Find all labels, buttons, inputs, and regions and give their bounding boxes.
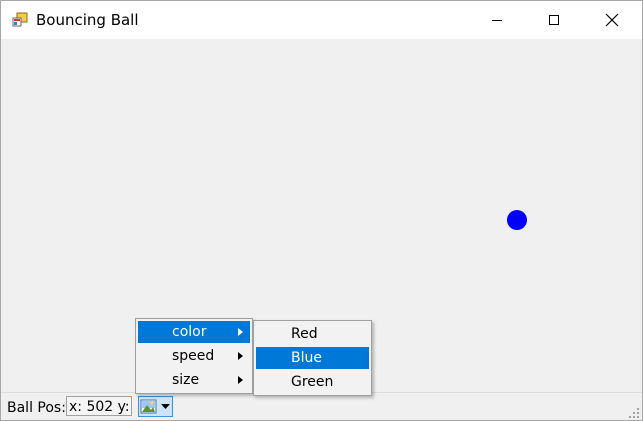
submenu-item-blue[interactable]: Blue (256, 347, 369, 369)
submenu-arrow-icon (238, 352, 243, 360)
submenu-item-green[interactable]: Green (256, 371, 369, 393)
title-bar[interactable]: Bouncing Ball (1, 1, 642, 39)
submenu-arrow-icon (238, 328, 243, 336)
resize-grip-icon[interactable] (628, 407, 640, 419)
dropdown-arrow-icon[interactable] (159, 399, 171, 414)
menu-item-label: size (172, 372, 200, 388)
menu-item-speed[interactable]: speed (138, 345, 250, 367)
color-submenu: Red Blue Green (253, 320, 372, 396)
menu-item-label: color (172, 324, 207, 340)
submenu-item-red[interactable]: Red (256, 323, 369, 345)
submenu-item-label: Red (291, 326, 318, 342)
menu-item-size[interactable]: size (138, 369, 250, 391)
close-icon (605, 13, 619, 27)
close-button[interactable] (583, 1, 641, 39)
ball-pos-label: Ball Pos: (7, 400, 66, 416)
status-bar: Ball Pos: x: 502 y: 1 (1, 392, 642, 420)
context-menu: color speed size (135, 318, 253, 394)
ball-pos-value: x: 502 y: 1 (66, 396, 132, 416)
minimize-button[interactable] (468, 1, 526, 39)
submenu-arrow-icon (238, 376, 243, 384)
maximize-button[interactable] (525, 1, 583, 39)
image-icon (140, 399, 157, 414)
minimize-icon (492, 20, 502, 21)
menu-item-label: speed (172, 348, 215, 364)
submenu-item-label: Blue (291, 350, 322, 366)
ball (507, 210, 527, 230)
menu-item-color[interactable]: color (138, 321, 250, 343)
maximize-icon (549, 15, 559, 25)
submenu-item-label: Green (291, 374, 334, 390)
window-title: Bouncing Ball (36, 11, 139, 29)
app-icon (12, 12, 28, 27)
settings-split-button[interactable] (138, 396, 173, 417)
